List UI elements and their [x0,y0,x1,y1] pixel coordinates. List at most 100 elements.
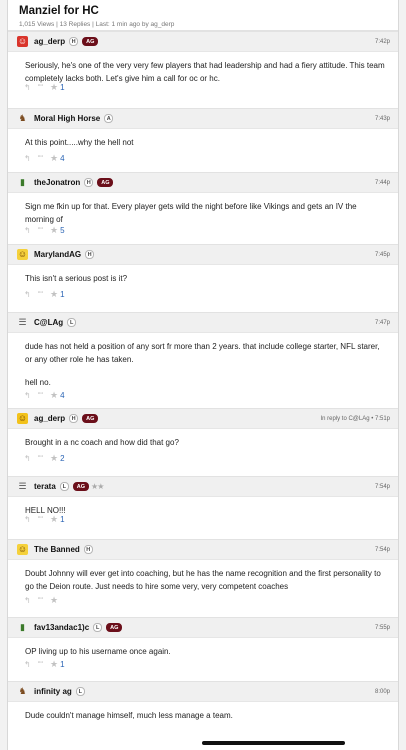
quote-icon[interactable]: ““ [38,514,43,525]
post-text: Brought in a nc coach and how did that g… [25,438,179,447]
quote-icon[interactable]: ““ [38,153,43,164]
user-badge: H [84,178,94,187]
thread-header: Manziel for HC 1,015 Views | 13 Replies … [8,0,398,31]
post-actions: ↰ ““ ★ 1 [24,514,65,525]
avatar[interactable]: ☰ [17,481,28,492]
reply-icon[interactable]: ↰ [24,289,31,300]
post: ☰ terata L AG ★★ 7:54p HELL NO!!! ↰ ““ ★ 1 [8,476,398,524]
post-text: HELL NO!!! [25,506,66,515]
post-text: dude has not held a position of any sort… [25,342,380,364]
star-icon[interactable]: ★ [50,595,58,606]
post-header: ♞ infinity ag L 8:00p [8,681,398,702]
post-body: At this point.....why the hell not [8,129,398,149]
post-body: Doubt Johnny will ever get into coaching… [8,560,398,593]
post-text: At this point.....why the hell not [25,138,134,147]
username[interactable]: ag_derp [34,37,65,46]
star-icon[interactable]: ★ [50,82,58,93]
like-count: 1 [60,515,65,524]
avatar[interactable]: ▮ [17,622,28,633]
post-header: ☺ The Banned H 7:54p [8,539,398,560]
avatar[interactable]: ☺ [17,249,28,260]
reply-icon[interactable]: ↰ [24,390,31,401]
avatar[interactable]: ☺ [17,36,28,47]
post-text: This isn't a serious post is it? [25,274,128,283]
post-text: Doubt Johnny will ever get into coaching… [25,569,381,591]
avatar[interactable]: ♞ [17,113,28,124]
quote-icon[interactable]: ““ [38,82,43,93]
post-header: ☰ C@LAg L 7:47p [8,312,398,333]
reply-icon[interactable]: ↰ [24,153,31,164]
star-icon[interactable]: ★ [50,659,58,670]
post-header: ☰ terata L AG ★★ 7:54p [8,476,398,497]
post-body: This isn't a serious post is it? [8,265,398,285]
reply-icon[interactable]: ↰ [24,82,31,93]
star-icon[interactable]: ★ [50,453,58,464]
quote-icon[interactable]: ““ [38,659,43,670]
user-badge: H [85,250,95,259]
thread-page: Manziel for HC 1,015 Views | 13 Replies … [7,0,399,750]
quote-icon[interactable]: ““ [38,225,43,236]
post-header: ☺ ag_derp H AG In reply to C@LAg • 7:51p [8,408,398,429]
quote-icon[interactable]: ““ [38,289,43,300]
quote-icon[interactable]: ““ [38,390,43,401]
post-body: HELL NO!!! [8,497,398,517]
user-badge: A [104,114,114,123]
post: ☺ The Banned H 7:54p Doubt Johnny will ever … [8,539,398,605]
post-text: OP living up to his username once again. [25,647,171,656]
user-badge: AG [72,482,90,491]
username[interactable]: infinity ag [34,687,72,696]
user-badge: H [69,414,79,423]
star-icon[interactable]: ★ [50,390,58,401]
star-icon[interactable]: ★ [50,153,58,164]
post-body: Seriously, he's one of the very very few… [8,52,398,85]
quote-icon[interactable]: ““ [38,595,43,606]
post-time: 7:44p [374,179,390,186]
user-badge: L [75,687,85,696]
reply-icon[interactable]: ↰ [24,659,31,670]
home-indicator [202,741,345,745]
star-icon[interactable]: ★ [50,514,58,525]
post-actions: ↰ ““ ★ 5 [24,225,65,236]
user-badge: L [59,482,69,491]
avatar[interactable]: ♞ [17,686,28,697]
post-text: hell no. [25,378,51,387]
post-actions: ↰ ““ ★ [24,595,60,606]
rating-stars: ★★ [91,482,104,491]
post-time: 7:45p [374,251,390,258]
like-count: 1 [60,290,65,299]
username[interactable]: The Banned [34,545,80,554]
post-header: ▮ fav13andac1)c L AG 7:55p [8,617,398,638]
quote-icon[interactable]: ““ [38,453,43,464]
thread-title: Manziel for HC [19,5,99,17]
like-count: 1 [60,83,65,92]
reply-icon[interactable]: ↰ [24,595,31,606]
post: ▮ theJonatron H AG 7:44p Sign me fkin up for … [8,172,398,235]
username[interactable]: theJonatron [34,178,80,187]
username[interactable]: terata [34,482,56,491]
avatar[interactable]: ▮ [17,177,28,188]
star-icon[interactable]: ★ [50,289,58,300]
avatar[interactable]: ☺ [17,544,28,555]
post-time: 7:54p [374,546,390,553]
reply-icon[interactable]: ↰ [24,225,31,236]
post: ☺ ag_derp H AG 7:42p Seriously, he's one of t… [8,31,398,92]
star-icon[interactable]: ★ [50,225,58,236]
username[interactable]: fav13andac1)c [34,623,89,632]
username[interactable]: MarylandAG [34,250,81,259]
post-header: ☺ MarylandAG H 7:45p [8,244,398,265]
post-time: 7:54p [374,483,390,490]
reply-icon[interactable]: ↰ [24,514,31,525]
post-actions: ↰ ““ ★ 2 [24,453,65,464]
post-text: Seriously, he's one of the very very few… [25,61,385,83]
reply-icon[interactable]: ↰ [24,453,31,464]
avatar[interactable]: ☺ [17,413,28,424]
post-text: Sign me fkin up for that. Every player g… [25,202,357,224]
user-badge: L [67,318,77,327]
post-time: 7:43p [374,115,390,122]
post-body: Sign me fkin up for that. Every player g… [8,193,398,226]
avatar[interactable]: ☰ [17,317,28,328]
post-body: Dude couldn't manage himself, much less … [8,702,398,722]
username[interactable]: ag_derp [34,414,65,423]
username[interactable]: Moral High Horse [34,114,100,123]
username[interactable]: C@LAg [34,318,63,327]
